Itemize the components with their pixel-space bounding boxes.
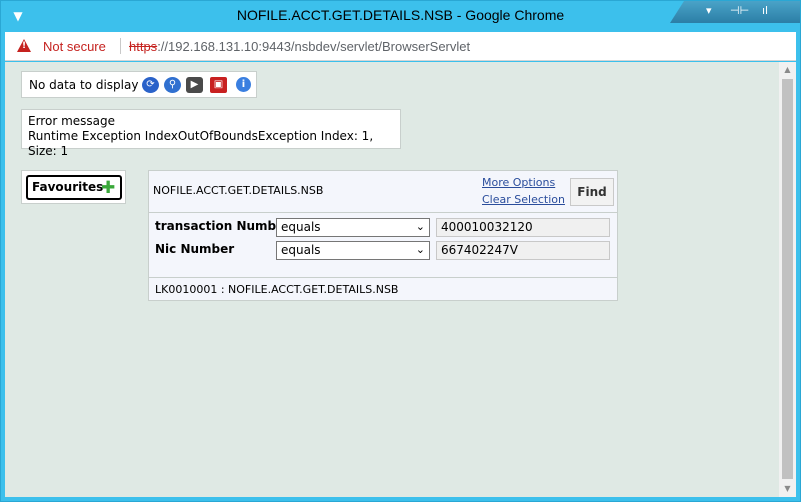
url-text[interactable]: https://192.168.131.10:9443/nsbdev/servl… <box>129 39 470 54</box>
find-button[interactable]: Find <box>570 178 614 206</box>
favourites-panel: Favourites ✚ <box>21 170 126 204</box>
address-divider <box>120 38 121 54</box>
enquiry-selection-panel: NOFILE.ACCT.GET.DETAILS.NSB More Options… <box>148 170 618 301</box>
criteria-label: Nic Number <box>155 242 235 256</box>
criteria-value-input[interactable]: 400010032120 <box>436 218 610 237</box>
enquiry-header: NOFILE.ACCT.GET.DETAILS.NSB More Options… <box>149 171 617 213</box>
info-icon[interactable]: i <box>236 77 251 92</box>
clear-selection-link[interactable]: Clear Selection <box>482 193 565 206</box>
title-bar: ▼ NOFILE.ACCT.GET.DETAILS.NSB - Google C… <box>1 1 800 32</box>
refresh-icon[interactable]: ⟳ <box>142 77 159 93</box>
criteria-label: transaction Number <box>155 219 291 233</box>
operator-select[interactable]: equals ⌄ <box>276 241 430 260</box>
favourites-button[interactable]: Favourites ✚ <box>26 175 122 200</box>
url-path: ://192.168.131.10:9443/nsbdev/servlet/Br… <box>157 39 471 54</box>
scroll-down-arrow-icon[interactable]: ▼ <box>779 481 796 497</box>
restore-icon[interactable]: ⊣⊢ <box>730 4 749 17</box>
enquiry-footer: LK0010001 : NOFILE.ACCT.GET.DETAILS.NSB <box>149 277 617 300</box>
not-secure-label[interactable]: Not secure <box>43 39 106 54</box>
browser-window: ▼ NOFILE.ACCT.GET.DETAILS.NSB - Google C… <box>0 0 801 502</box>
scrollbar-thumb[interactable] <box>782 79 793 479</box>
window-controls: ▾ ⊣⊢ ıl <box>670 1 800 23</box>
error-text: Runtime Exception IndexOutOfBoundsExcept… <box>28 129 374 158</box>
criteria-row: Nic Number equals ⌄ 667402247V <box>149 239 617 261</box>
toolbox-icon[interactable]: ▣ <box>210 77 227 93</box>
signal-icon: ıl <box>762 4 769 17</box>
enquiry-toolbar: No data to display ⟳ ⚲ ▶ ▣ i <box>21 71 257 98</box>
chevron-down-icon: ⌄ <box>415 243 425 256</box>
favourites-label: Favourites <box>32 180 104 194</box>
search-icon[interactable]: ⚲ <box>164 77 181 93</box>
next-icon[interactable]: ▶ <box>186 77 203 93</box>
no-data-label: No data to display <box>29 78 139 92</box>
menu-chevron-icon[interactable]: ▾ <box>706 4 712 17</box>
error-message-box: Error message Runtime Exception IndexOut… <box>21 109 401 158</box>
add-favourite-icon[interactable]: ✚ <box>101 178 115 198</box>
page-content: No data to display ⟳ ⚲ ▶ ▣ i Error messa… <box>5 62 796 497</box>
vertical-scrollbar[interactable]: ▲ ▼ <box>779 62 796 497</box>
enquiry-footer-text: LK0010001 : NOFILE.ACCT.GET.DETAILS.NSB <box>155 283 399 296</box>
address-bar[interactable]: ! Not secure https://192.168.131.10:9443… <box>5 32 796 61</box>
criteria-value-input[interactable]: 667402247V <box>436 241 610 260</box>
operator-select[interactable]: equals ⌄ <box>276 218 430 237</box>
scroll-up-arrow-icon[interactable]: ▲ <box>779 62 796 78</box>
chevron-down-icon: ⌄ <box>415 220 425 233</box>
criteria-row: transaction Number equals ⌄ 400010032120 <box>149 216 617 238</box>
error-heading: Error message <box>28 114 115 128</box>
operator-value: equals <box>281 220 321 234</box>
url-scheme: https <box>129 39 158 54</box>
operator-value: equals <box>281 243 321 257</box>
enquiry-title: NOFILE.ACCT.GET.DETAILS.NSB <box>153 184 324 197</box>
more-options-link[interactable]: More Options <box>482 176 555 189</box>
